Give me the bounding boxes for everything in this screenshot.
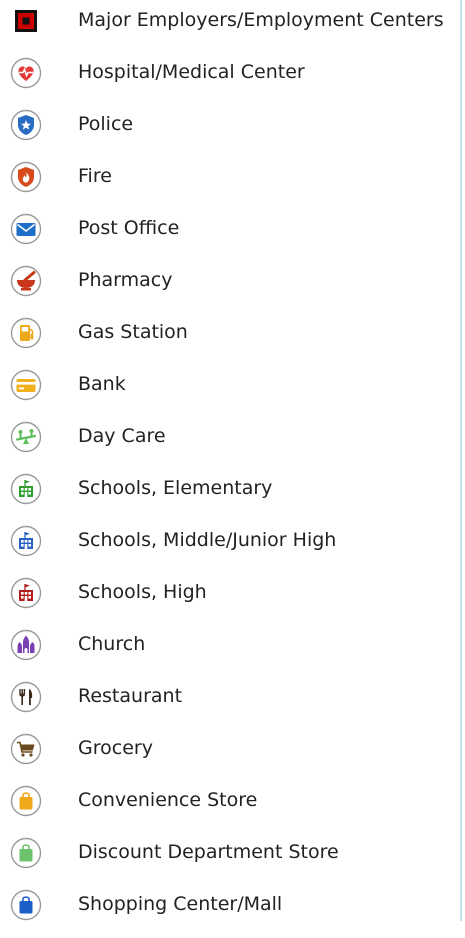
- shopping-bag-blue-icon: [10, 889, 42, 921]
- legend-item-label: Fire: [78, 165, 112, 187]
- mortar-pestle-icon: [10, 265, 42, 297]
- heart-pulse-icon: [10, 57, 42, 89]
- legend-item: Hospital/Medical Center: [0, 54, 460, 106]
- legend-item-label: Schools, Middle/Junior High: [78, 529, 337, 551]
- legend-item: Pharmacy: [0, 262, 460, 314]
- legend-item-label: Schools, High: [78, 581, 207, 603]
- legend-item-label: Bank: [78, 373, 126, 395]
- legend-item-label: Schools, Elementary: [78, 477, 273, 499]
- legend-item: Schools, Middle/Junior High: [0, 522, 460, 574]
- legend-item-label: Major Employers/Employment Centers: [78, 9, 444, 31]
- legend-item-label: Convenience Store: [78, 789, 258, 811]
- legend-item: Major Employers/Employment Centers: [0, 2, 460, 54]
- legend-item-label: Police: [78, 113, 134, 135]
- legend-item: Restaurant: [0, 678, 460, 730]
- credit-card-icon: [10, 369, 42, 401]
- fork-knife-icon: [10, 681, 42, 713]
- legend-item: Schools, High: [0, 574, 460, 626]
- fire-badge-icon: [10, 161, 42, 193]
- legend-item-label: Discount Department Store: [78, 841, 339, 863]
- legend-item: Police: [0, 106, 460, 158]
- legend-item-label: Grocery: [78, 737, 153, 759]
- legend-item: Discount Department Store: [0, 834, 460, 886]
- school-red-icon: [10, 577, 42, 609]
- school-blue-icon: [10, 525, 42, 557]
- legend-item: Day Care: [0, 418, 460, 470]
- legend-item: Shopping Center/Mall: [0, 886, 460, 938]
- legend-item: Post Office: [0, 210, 460, 262]
- legend-item-label: Church: [78, 633, 146, 655]
- legend-item: Grocery: [0, 730, 460, 782]
- legend-item-label: Shopping Center/Mall: [78, 893, 283, 915]
- legend-item: Convenience Store: [0, 782, 460, 834]
- shopping-cart-icon: [10, 733, 42, 765]
- envelope-icon: [10, 213, 42, 245]
- legend-item: Bank: [0, 366, 460, 418]
- legend-item: Gas Station: [0, 314, 460, 366]
- map-legend: Major Employers/Employment Centers Hospi…: [0, 0, 462, 921]
- gas-pump-icon: [10, 317, 42, 349]
- legend-item: Schools, Elementary: [0, 470, 460, 522]
- legend-item-label: Hospital/Medical Center: [78, 61, 305, 83]
- legend-item: Fire: [0, 158, 460, 210]
- shopping-bag-green-icon: [10, 837, 42, 869]
- legend-item-label: Gas Station: [78, 321, 188, 343]
- seesaw-icon: [10, 421, 42, 453]
- legend-item-label: Day Care: [78, 425, 166, 447]
- legend-item-label: Pharmacy: [78, 269, 173, 291]
- employer-square-icon: [10, 5, 42, 37]
- legend-item-label: Post Office: [78, 217, 180, 239]
- police-badge-icon: [10, 109, 42, 141]
- legend-item-label: Restaurant: [78, 685, 183, 707]
- legend-item: Church: [0, 626, 460, 678]
- school-green-icon: [10, 473, 42, 505]
- shopping-bag-orange-icon: [10, 785, 42, 817]
- church-icon: [10, 629, 42, 661]
